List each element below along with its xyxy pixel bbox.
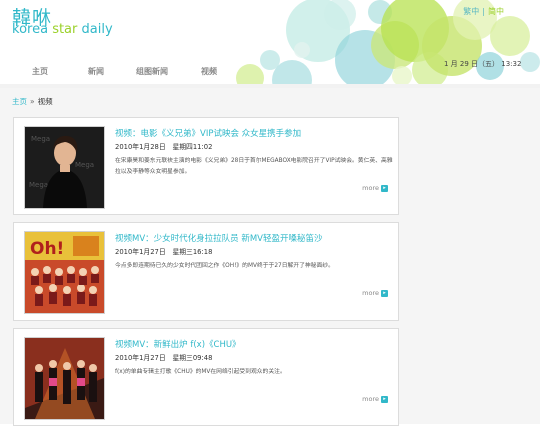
lang-separator: | <box>482 7 485 16</box>
breadcrumb-home-link[interactable]: 主页 <box>12 97 27 106</box>
more-label: more <box>362 184 379 192</box>
nav-item-photo-news[interactable]: 组图新闻 <box>136 66 168 77</box>
more-link[interactable]: more ▸ <box>362 184 388 192</box>
nav-item-video[interactable]: 视频 <box>201 66 217 77</box>
article-card: Mega Mega Mega 视频：电影《义兄弟》VIP试映会 众女星携手参加 … <box>13 117 399 215</box>
svg-text:Mega: Mega <box>75 161 94 169</box>
more-link[interactable]: more ▸ <box>362 289 388 297</box>
breadcrumb-current: 视频 <box>37 97 53 106</box>
svg-text:Mega: Mega <box>31 135 50 143</box>
more-label: more <box>362 395 379 403</box>
current-date: 1 月 29 日（五） 13:32 <box>444 60 522 68</box>
nav-item-news[interactable]: 新闻 <box>88 66 104 77</box>
article-thumbnail[interactable]: Mega Mega Mega <box>24 126 105 209</box>
header: 韓咻 korea star daily 繁中 | 简中 1 月 29 日（五） 13… <box>0 0 540 86</box>
article-date: 2010年1月27日 星期三09:48 <box>115 354 213 362</box>
breadcrumb-separator: » <box>30 97 35 106</box>
article-summary: f(x)的单曲专辑主打歌《CHU》的MV在网络引起受到观众的关注。 <box>115 369 286 375</box>
more-link[interactable]: more ▸ <box>362 395 388 403</box>
logo-english[interactable]: korea star daily <box>12 22 113 37</box>
more-arrow-icon: ▸ <box>381 289 388 297</box>
language-switcher: 繁中 | 简中 <box>463 6 504 17</box>
article-thumbnail[interactable] <box>24 337 105 420</box>
article-date: 2010年1月28日 星期四11:02 <box>115 143 213 151</box>
article-title-link[interactable]: 视频MV：新鲜出炉 f(x)《CHU》 <box>115 338 241 350</box>
article-title-link[interactable]: 视频：电影《义兄弟》VIP试映会 众女星携手参加 <box>115 127 301 139</box>
more-arrow-icon: ▸ <box>381 395 388 403</box>
lang-simplified-link[interactable]: 简中 <box>488 7 504 16</box>
logo-word-korea: korea <box>12 22 53 37</box>
article-card: 视频MV：新鲜出炉 f(x)《CHU》 2010年1月27日 星期三09:48 … <box>13 328 399 426</box>
svg-text:Mega: Mega <box>29 181 48 189</box>
article-date: 2010年1月27日 星期三16:18 <box>115 248 213 256</box>
article-summary: 在宋康昊和姜东元联袂主演的电影《义兄弟》28日于首尔MEGABOX电影院召开了V… <box>115 158 393 175</box>
article-title-link[interactable]: 视频MV：少女时代化身拉拉队员 新MV轻盈开嗓秘笛沙 <box>115 232 323 244</box>
article-summary: 今点多即连期待已久的少女时代团回之作《OH!》的MV终于于27日解开了神秘面纱。 <box>115 263 334 269</box>
breadcrumb: 主页» 视频 <box>12 96 53 107</box>
more-label: more <box>362 289 379 297</box>
article-card: Oh! 视频MV：少女时代化身拉拉队员 新MV轻盈开嗓秘笛沙 2010年1月27… <box>13 222 399 321</box>
logo-word-daily: daily <box>77 22 113 37</box>
article-thumbnail[interactable]: Oh! <box>24 231 105 314</box>
more-arrow-icon: ▸ <box>381 184 388 192</box>
logo-word-star: star <box>52 22 78 37</box>
nav-item-home[interactable]: 主页 <box>32 66 48 77</box>
svg-text:Oh!: Oh! <box>30 239 64 259</box>
lang-traditional-link[interactable]: 繁中 <box>463 7 479 16</box>
